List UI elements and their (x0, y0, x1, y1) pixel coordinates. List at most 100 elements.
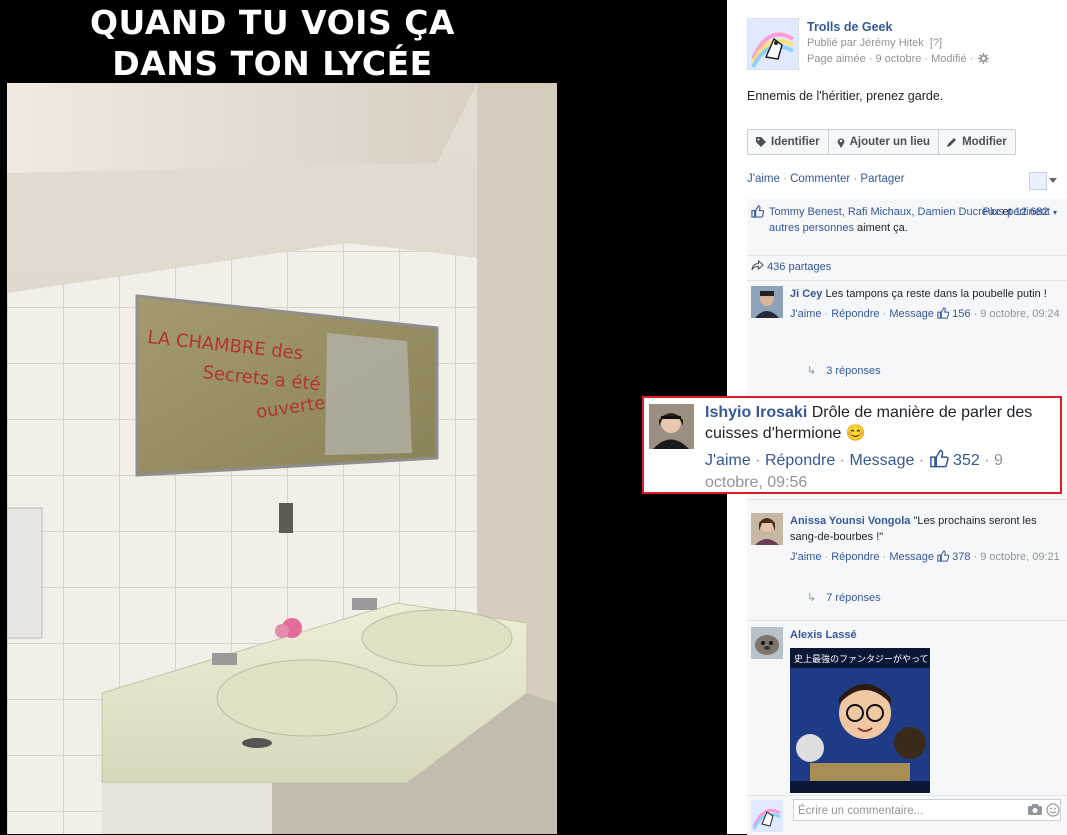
shares-link[interactable]: 436 partages (751, 259, 832, 273)
thumbs-up-icon (929, 449, 949, 468)
liker-names[interactable]: Tommy Benest, Rafi Michaux, Damien Ducre… (769, 206, 999, 218)
comment-like-link[interactable]: J'aime (790, 308, 821, 320)
comment-timestamp[interactable]: 9 octobre, 09:21 (980, 551, 1060, 563)
thumbs-up-icon (937, 550, 950, 562)
sort-comments-dropdown[interactable]: Plus pertinent ▾ (983, 204, 1057, 221)
camera-icon[interactable] (1028, 804, 1042, 815)
comment-reply-link[interactable]: Répondre (831, 308, 879, 320)
comment-like-count[interactable]: 352 (953, 452, 980, 469)
replies-count: 3 réponses (826, 365, 881, 377)
sort-comments-label: Plus pertinent (982, 206, 1050, 218)
page-name-link[interactable]: Trolls de Geek (807, 20, 892, 34)
unicorn-logo-icon (751, 800, 783, 832)
separator-dot: · (821, 308, 832, 320)
comment-body: Anissa Younsi Vongola "Les prochains ser… (790, 513, 1060, 565)
separator-dot: · (914, 452, 929, 469)
comment-item: Ji Cey Les tampons ça reste dans la poub… (751, 286, 1061, 322)
meme-image-panel: QUAND TU VOIS ÇA DANS TON LYCÉE LA CHAMB… (0, 0, 727, 834)
separator-dot: · (879, 551, 890, 563)
reply-arrow-icon: ↳ (807, 365, 817, 377)
like-post-link[interactable]: J'aime (747, 173, 780, 185)
comment-like-count[interactable]: 378 (952, 551, 970, 563)
comment-message-link[interactable]: Message (849, 452, 914, 469)
separator-dot: · (979, 452, 994, 469)
add-location-button[interactable]: Ajouter un lieu (829, 130, 940, 154)
likes-suffix: aiment ça. (854, 222, 908, 234)
comment-like-link[interactable]: J'aime (790, 551, 821, 563)
separator-dot: · (879, 308, 890, 320)
comment-reply-link[interactable]: Répondre (765, 452, 835, 469)
bathroom-photo: LA CHAMBRE des Secrets a été ouverte (7, 83, 557, 834)
replies-count: 7 réponses (826, 592, 881, 604)
edit-post-button[interactable]: Modifier (939, 130, 1015, 154)
comment-item: Alexis Lassé (751, 627, 1061, 659)
page-avatar[interactable] (747, 18, 799, 70)
comment-composer: Écrire un commentaire... (747, 795, 1067, 835)
poster-title-text: 史上最強のファンタジーがやってくる (794, 653, 930, 665)
share-arrow-icon (751, 259, 764, 271)
shares-count: 436 partages (767, 261, 832, 273)
divider (747, 255, 1067, 256)
location-pin-icon (837, 138, 845, 148)
published-by-help-link[interactable]: [?] (930, 37, 942, 49)
person-avatar-icon (751, 286, 783, 318)
comment-author-link[interactable]: Ishyio Irosaki (705, 404, 807, 421)
comment-actions: J'aime · Répondre · Message 156 · 9 octo… (790, 306, 1060, 322)
commenter-avatar[interactable] (751, 513, 783, 545)
meme-caption: QUAND TU VOIS ÇA DANS TON LYCÉE (0, 2, 545, 84)
post-meta: Page aimée · 9 octobre · Modifié · (807, 53, 990, 65)
emoji-icon[interactable] (1046, 803, 1060, 817)
acting-as-avatar[interactable] (1029, 172, 1047, 190)
comment-image-poster[interactable]: 史上最強のファンタジーがやってくる (790, 648, 930, 793)
separator-dot: · (970, 551, 981, 563)
separator-dot: · (750, 452, 765, 469)
separator-dot: · (835, 452, 850, 469)
commenter-avatar[interactable] (751, 286, 783, 318)
comment-like-count[interactable]: 156 (952, 308, 970, 320)
comment-input[interactable]: Écrire un commentaire... (793, 799, 1061, 821)
thumbs-up-icon (751, 205, 764, 218)
post-actions: J'aime · Commenter · Partager (747, 173, 905, 185)
view-replies-link[interactable]: ↳ 7 réponses (807, 591, 881, 604)
meme-caption-line2: DANS TON LYCÉE (112, 44, 433, 83)
person-avatar-icon (649, 404, 694, 449)
thumbs-up-icon (937, 307, 950, 319)
meme-caption-line1: QUAND TU VOIS ÇA (90, 3, 455, 42)
view-replies-link[interactable]: ↳ 3 réponses (807, 364, 881, 377)
comment-author-link[interactable]: Ji Cey (790, 288, 822, 300)
published-by-text: Publié par Jérémy Hitek (807, 37, 924, 49)
tag-button[interactable]: Identifier (748, 130, 829, 154)
post-tag-toolbar: Identifier Ajouter un lieu Modifier (747, 129, 1016, 155)
separator-dot: · (821, 551, 832, 563)
divider (747, 620, 1067, 621)
gear-icon[interactable] (978, 53, 990, 64)
add-location-label: Ajouter un lieu (849, 136, 931, 148)
comment-body: Ji Cey Les tampons ça reste dans la poub… (790, 286, 1060, 322)
post-meta-text: Page aimée · 9 octobre · Modifié · (807, 53, 974, 65)
current-user-avatar (751, 800, 783, 832)
chevron-down-icon: ▾ (1052, 208, 1057, 217)
comment-actions: J'aime · Répondre · Message · 352 · 9 oc… (705, 449, 1057, 494)
comment-author-link[interactable]: Alexis Lassé (790, 629, 857, 641)
comment-item: Anissa Younsi Vongola "Les prochains ser… (751, 513, 1061, 565)
comment-message-link[interactable]: Message (889, 551, 934, 563)
chevron-down-icon[interactable] (1049, 178, 1057, 183)
share-post-link[interactable]: Partager (860, 173, 904, 185)
tag-button-label: Identifier (771, 136, 820, 148)
comment-post-link[interactable]: Commenter (790, 173, 850, 185)
separator-dot: · (970, 308, 981, 320)
commenter-avatar[interactable] (751, 627, 783, 659)
unicorn-logo-icon (748, 19, 798, 69)
comment-message-link[interactable]: Message (889, 308, 934, 320)
post-header: Trolls de Geek Publié par Jérémy Hitek [… (747, 18, 1057, 70)
likes-summary: Tommy Benest, Rafi Michaux, Damien Ducre… (751, 204, 1061, 236)
comment-author-link[interactable]: Anissa Younsi Vongola (790, 515, 910, 527)
commenter-avatar[interactable] (649, 404, 694, 449)
seal-avatar-icon (751, 627, 783, 659)
comment-text: Les tampons ça reste dans la poubelle pu… (825, 288, 1047, 300)
highlighted-comment: Ishyio Irosaki Drôle de manière de parle… (642, 396, 1062, 494)
comment-like-link[interactable]: J'aime (705, 452, 751, 469)
comment-actions: J'aime · Répondre · Message 378 · 9 octo… (790, 549, 1060, 565)
comment-timestamp[interactable]: 9 octobre, 09:24 (980, 308, 1060, 320)
comment-reply-link[interactable]: Répondre (831, 551, 879, 563)
